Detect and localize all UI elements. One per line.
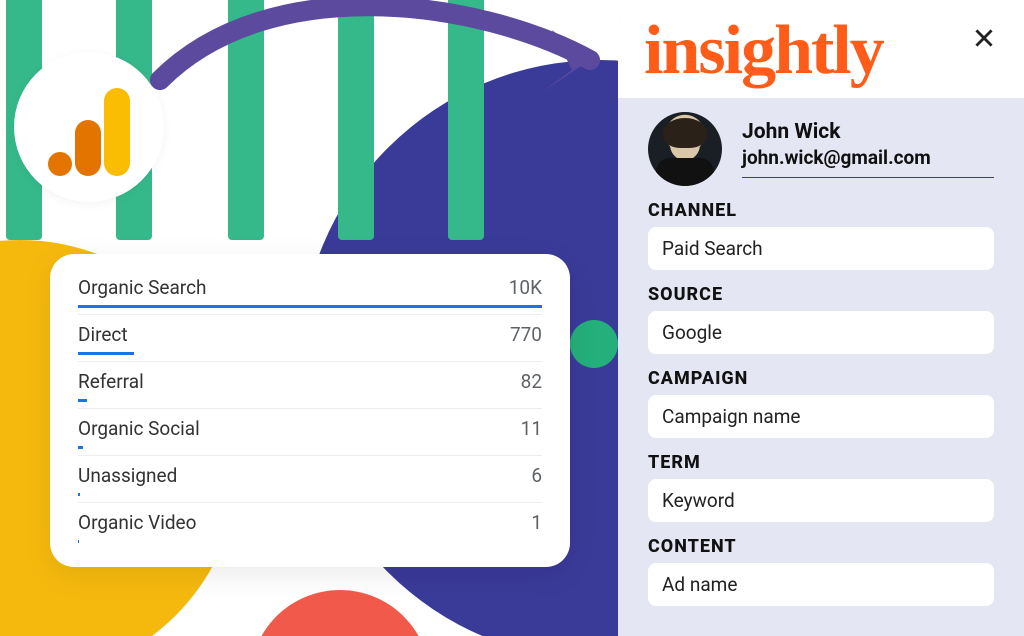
- channel-label: Unassigned: [78, 464, 177, 487]
- channel-bar: [78, 540, 542, 543]
- field-label: TERM: [648, 452, 994, 473]
- insightly-body: John Wick john.wick@gmail.com CHANNEL Pa…: [618, 98, 1024, 610]
- channel-row[interactable]: Organic Video 1: [78, 502, 542, 549]
- field-label: CONTENT: [648, 536, 994, 557]
- term-input[interactable]: Keyword: [648, 479, 994, 522]
- channel-bar: [78, 493, 542, 496]
- channel-value: 10K: [509, 276, 542, 299]
- decor-bar: [338, 0, 374, 240]
- channel-bar: [78, 399, 542, 402]
- analytics-icon: [48, 88, 130, 176]
- close-button[interactable]: [964, 18, 1004, 58]
- contact-row: John Wick john.wick@gmail.com: [640, 110, 1002, 194]
- channel-value: 1: [531, 511, 542, 534]
- field-channel: CHANNEL Paid Search: [640, 194, 1002, 270]
- channel-value: 82: [521, 370, 542, 393]
- analytics-channels-panel: Organic Search 10K Direct 770 Referral 8…: [50, 254, 570, 567]
- field-source: SOURCE Google: [640, 278, 1002, 354]
- decor-bar: [228, 0, 264, 240]
- contact-name: John Wick: [742, 120, 994, 144]
- insightly-panel: insightly John Wick john.wick@gmail.com …: [618, 0, 1024, 636]
- content-input[interactable]: Ad name: [648, 563, 994, 606]
- channel-label: Organic Search: [78, 276, 206, 299]
- close-icon: [971, 25, 997, 51]
- insightly-header: insightly: [618, 0, 1024, 98]
- stage: Organic Search 10K Direct 770 Referral 8…: [0, 0, 1024, 636]
- channel-row[interactable]: Direct 770: [78, 314, 542, 361]
- google-analytics-logo: [14, 52, 164, 202]
- decor-bar: [448, 0, 484, 240]
- field-content: CONTENT Ad name: [640, 530, 1002, 606]
- field-label: CAMPAIGN: [648, 368, 994, 389]
- channel-bar: [78, 446, 542, 449]
- channel-bar: [78, 352, 542, 355]
- avatar: [648, 112, 722, 186]
- source-input[interactable]: Google: [648, 311, 994, 354]
- channel-row[interactable]: Unassigned 6: [78, 455, 542, 502]
- channel-row[interactable]: Organic Search 10K: [78, 268, 542, 314]
- decor-red-circle: [250, 590, 430, 636]
- decor-green-dot: [570, 320, 618, 368]
- channel-input[interactable]: Paid Search: [648, 227, 994, 270]
- insightly-logo: insightly: [638, 10, 883, 96]
- contact-email: john.wick@gmail.com: [742, 146, 994, 169]
- field-label: CHANNEL: [648, 200, 994, 221]
- channel-row[interactable]: Referral 82: [78, 361, 542, 408]
- field-label: SOURCE: [648, 284, 994, 305]
- channel-value: 11: [521, 417, 542, 440]
- channel-label: Organic Video: [78, 511, 196, 534]
- channel-value: 6: [531, 464, 542, 487]
- channel-bar: [78, 305, 542, 308]
- campaign-input[interactable]: Campaign name: [648, 395, 994, 438]
- channel-row[interactable]: Organic Social 11: [78, 408, 542, 455]
- field-term: TERM Keyword: [640, 446, 1002, 522]
- channel-label: Referral: [78, 370, 144, 393]
- channel-label: Direct: [78, 323, 128, 346]
- channel-value: 770: [510, 323, 542, 346]
- field-campaign: CAMPAIGN Campaign name: [640, 362, 1002, 438]
- contact-text: John Wick john.wick@gmail.com: [742, 120, 994, 178]
- channel-label: Organic Social: [78, 417, 200, 440]
